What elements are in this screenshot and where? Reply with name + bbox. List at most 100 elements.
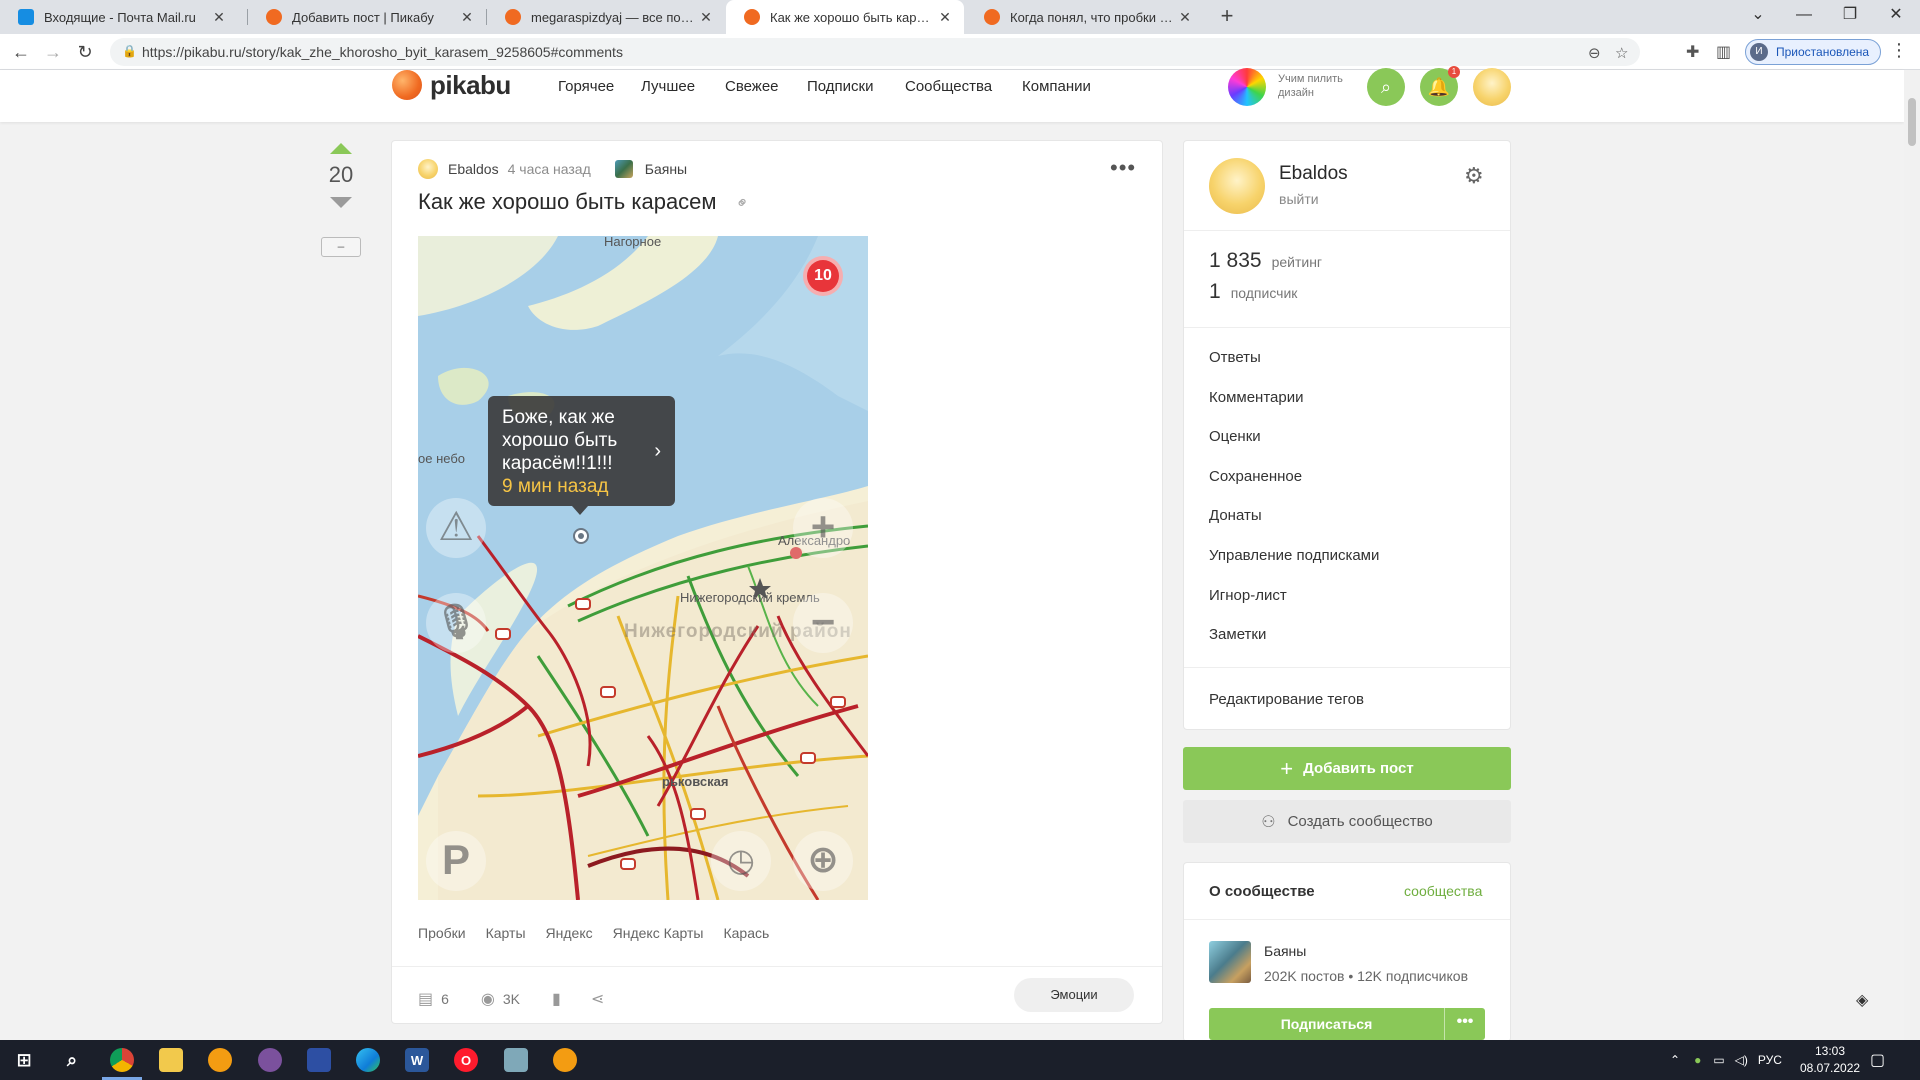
tag-link[interactable]: Пробки <box>418 925 466 941</box>
promo-text[interactable]: Учим пилить дизайн <box>1278 72 1358 100</box>
emotions-button[interactable]: Эмоции <box>1014 978 1134 1012</box>
scrollbar-thumb[interactable] <box>1908 98 1916 146</box>
user-avatar-button[interactable] <box>1473 68 1511 106</box>
taskbar-word[interactable]: W <box>397 1044 437 1076</box>
search-button[interactable]: ⌕ <box>1367 68 1405 106</box>
extensions-icon[interactable]: ✚ <box>1686 42 1699 62</box>
comments-icon[interactable]: ▤ <box>418 989 433 1009</box>
paint-bucket-icon[interactable]: ◈ <box>1856 990 1868 1010</box>
bookmark-star-icon[interactable]: ☆ <box>1615 44 1628 62</box>
menu-ratings[interactable]: Оценки <box>1209 428 1261 445</box>
create-community-button[interactable]: ⚇ Создать сообщество <box>1183 800 1511 843</box>
page-scrollbar[interactable] <box>1904 70 1920 1040</box>
close-icon[interactable]: ✕ <box>210 9 228 26</box>
close-icon[interactable]: ✕ <box>458 9 476 26</box>
bookmark-icon[interactable]: ▮ <box>552 989 561 1009</box>
community-avatar[interactable] <box>1209 941 1251 983</box>
back-button[interactable]: ← <box>9 40 33 64</box>
nav-companies[interactable]: Компании <box>1022 78 1091 95</box>
restore-button[interactable]: ❐ <box>1827 0 1873 34</box>
logout-link[interactable]: выйти <box>1279 191 1319 207</box>
zoom-icon[interactable]: ⊖ <box>1588 44 1601 62</box>
close-icon[interactable]: ✕ <box>936 9 954 26</box>
tag-link[interactable]: Карась <box>723 925 769 941</box>
menu-answers[interactable]: Ответы <box>1209 349 1261 366</box>
language-indicator[interactable]: РУС <box>1758 1053 1782 1067</box>
nav-communities[interactable]: Сообщества <box>905 78 992 95</box>
promo-logo-icon[interactable] <box>1228 68 1266 106</box>
search-button[interactable]: ⌕ <box>52 1044 92 1076</box>
taskbar-save-app[interactable] <box>299 1044 339 1076</box>
taskbar-opera[interactable]: O <box>446 1044 486 1076</box>
profile-paused-button[interactable]: И Приостановлена <box>1745 39 1881 65</box>
author-avatar[interactable] <box>418 159 438 179</box>
clock[interactable]: 13:03 08.07.2022 <box>1800 1043 1860 1077</box>
chevron-up-icon[interactable]: ⌃ <box>1670 1053 1680 1067</box>
collapse-button[interactable]: – <box>321 237 361 257</box>
side-panel-icon[interactable]: ▥ <box>1716 42 1731 62</box>
close-icon[interactable]: ✕ <box>1176 9 1194 26</box>
subscribe-button[interactable]: Подписаться <box>1209 1008 1444 1040</box>
tab-add-post[interactable]: Добавить пост | Пикабу ✕ <box>248 0 486 34</box>
start-button[interactable]: ⊞ <box>4 1044 44 1076</box>
more-options-icon[interactable]: ••• <box>1444 1008 1485 1040</box>
taskbar-viber[interactable] <box>250 1044 290 1076</box>
tab-user-posts[interactable]: megaraspizdyaj — все посты пол ✕ <box>487 0 725 34</box>
notification-center-icon[interactable]: ▢ <box>1870 1050 1885 1070</box>
menu-comments[interactable]: Комментарии <box>1209 389 1303 406</box>
gear-icon[interactable]: ⚙ <box>1464 163 1484 189</box>
menu-manage-subscriptions[interactable]: Управление подписками <box>1209 547 1379 564</box>
nav-fresh[interactable]: Свежее <box>725 78 779 95</box>
taskbar-chrome[interactable] <box>102 1044 142 1076</box>
upvote-arrow-icon[interactable] <box>330 143 352 154</box>
taskbar-app-orange[interactable] <box>200 1044 240 1076</box>
pikabu-logo[interactable]: pikabu <box>392 70 511 100</box>
downvote-arrow-icon[interactable] <box>330 197 352 208</box>
community-name[interactable]: Баяны <box>1264 943 1306 959</box>
taskbar-explorer[interactable] <box>151 1044 191 1076</box>
community-name[interactable]: Баяны <box>645 161 687 177</box>
tab-traffic-story[interactable]: Когда понял, что пробки тебя н ✕ <box>966 0 1204 34</box>
community-icon[interactable] <box>614 160 633 178</box>
volume-icon[interactable]: ◁) <box>1735 1053 1748 1067</box>
reload-button[interactable]: ↻ <box>73 40 97 64</box>
story-image-map[interactable]: Нагорное ое небо Александро Нижегородски… <box>418 236 868 900</box>
taskbar-edge[interactable] <box>348 1044 388 1076</box>
nav-hot[interactable]: Горячее <box>558 78 614 95</box>
nav-best[interactable]: Лучшее <box>641 78 695 95</box>
post-time[interactable]: 4 часа назад <box>508 161 591 177</box>
tag-link[interactable]: Яндекс <box>546 925 593 941</box>
communities-link[interactable]: сообщества <box>1404 883 1482 899</box>
profile-name[interactable]: Ebaldos <box>1279 163 1348 185</box>
add-post-button[interactable]: + Добавить пост <box>1183 747 1511 790</box>
story-title[interactable]: Как же хорошо быть карасем <box>418 189 717 215</box>
comments-count[interactable]: 6 <box>441 991 449 1007</box>
minimize-button[interactable]: — <box>1781 0 1827 34</box>
tag-link[interactable]: Карты <box>486 925 526 941</box>
nav-subscriptions[interactable]: Подписки <box>807 78 874 95</box>
author-name[interactable]: Ebaldos <box>448 161 499 177</box>
lock-icon[interactable]: 🔒 <box>122 44 137 58</box>
tab-search-icon[interactable]: ⌄ <box>1735 0 1781 34</box>
browser-menu-icon[interactable]: ⋮ <box>1890 40 1908 61</box>
tab-current-story[interactable]: Как же хорошо быть карасем | П ✕ <box>726 0 964 34</box>
tag-link[interactable]: Яндекс Карты <box>613 925 704 941</box>
profile-avatar[interactable] <box>1209 158 1265 214</box>
more-options-icon[interactable]: ••• <box>1110 155 1136 181</box>
url-field[interactable]: 🔒 https://pikabu.ru/story/kak_zhe_khoros… <box>110 38 1640 66</box>
taskbar-app-map[interactable] <box>496 1044 536 1076</box>
forward-button[interactable]: → <box>41 40 65 64</box>
network-icon[interactable]: ▭ <box>1713 1053 1724 1067</box>
close-window-button[interactable]: ✕ <box>1873 0 1919 34</box>
link-icon[interactable]: ⚭ <box>731 191 755 215</box>
app-tray-icon[interactable]: ● <box>1694 1053 1701 1067</box>
menu-saved[interactable]: Сохраненное <box>1209 468 1302 485</box>
tab-mail[interactable]: Входящие - Почта Mail.ru ✕ <box>0 0 238 34</box>
close-icon[interactable]: ✕ <box>697 9 715 26</box>
new-tab-button[interactable]: + <box>1214 4 1240 30</box>
menu-donations[interactable]: Донаты <box>1209 507 1262 524</box>
menu-notes[interactable]: Заметки <box>1209 626 1266 643</box>
menu-edit-tags[interactable]: Редактирование тегов <box>1209 691 1364 708</box>
share-icon[interactable]: ⋖ <box>591 989 604 1009</box>
taskbar-app-orange-2[interactable] <box>545 1044 585 1076</box>
